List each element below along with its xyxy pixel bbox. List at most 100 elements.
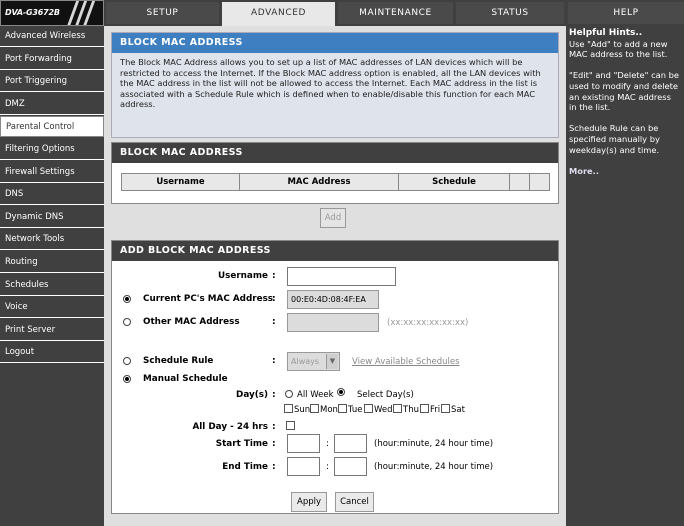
start-time-separator: : <box>326 439 330 449</box>
day-thu-label: Thu <box>403 405 419 415</box>
hint-edit-delete: "Edit" and "Delete" can be used to modif… <box>569 70 680 113</box>
day-wed-label: Wed <box>374 405 393 415</box>
day-sat-checkbox[interactable] <box>441 404 450 413</box>
chevron-down-icon: ▼ <box>326 354 338 369</box>
sidebar-item-schedules[interactable]: Schedules <box>0 274 104 296</box>
mac-list-panel: BLOCK MAC ADDRESS Username MAC Address S… <box>111 142 559 204</box>
schedule-rule-radio[interactable] <box>123 357 131 365</box>
all-day-checkbox[interactable] <box>286 421 295 430</box>
tab-help[interactable]: HELP <box>568 2 684 24</box>
view-schedules-link[interactable]: View Available Schedules <box>352 357 460 367</box>
tab-advanced[interactable]: ADVANCED <box>222 2 335 26</box>
sidebar-item-port-triggering[interactable]: Port Triggering <box>0 71 104 93</box>
day-sat-label: Sat <box>451 405 465 415</box>
intro-panel: BLOCK MAC ADDRESS The Block MAC Address … <box>111 32 559 138</box>
days-colon: : <box>272 390 276 400</box>
hint-add: Use "Add" to add a new MAC address to th… <box>569 38 668 60</box>
sidebar: Advanced Wireless Port Forwarding Port T… <box>0 26 104 526</box>
sidebar-item-firewall-settings[interactable]: Firewall Settings <box>0 161 104 183</box>
all-week-radio[interactable] <box>285 390 293 398</box>
end-time-separator: : <box>326 462 330 472</box>
add-block-mac-panel: ADD BLOCK MAC ADDRESS Username : Current… <box>111 240 559 514</box>
sidebar-item-filtering-options[interactable]: Filtering Options <box>0 139 104 160</box>
day-mon-checkbox[interactable] <box>310 404 319 413</box>
cancel-button[interactable]: Cancel <box>335 492 374 512</box>
schedule-rule-select[interactable]: Always ▼ <box>287 352 340 371</box>
column-header-edit <box>509 173 530 191</box>
apply-button[interactable]: Apply <box>291 492 327 512</box>
add-form-title: ADD BLOCK MAC ADDRESS <box>112 241 558 261</box>
start-time-label: Start Time <box>215 439 268 449</box>
end-hour-input[interactable] <box>287 457 320 476</box>
add-button[interactable]: Add <box>320 208 346 228</box>
sidebar-item-dmz[interactable]: DMZ <box>0 93 104 115</box>
all-day-label: All Day - 24 hrs <box>192 422 268 432</box>
sidebar-item-routing[interactable]: Routing <box>0 252 104 273</box>
schedule-rule-label: Schedule Rule <box>143 356 214 366</box>
username-input[interactable] <box>287 267 396 286</box>
brand-logo: DVA-G3672B <box>0 0 104 26</box>
model-label: DVA-G3672B <box>5 8 60 17</box>
mac-format-hint: (xx:xx:xx:xx:xx:xx) <box>387 318 469 328</box>
all-week-label: All Week <box>297 390 334 400</box>
column-header-username: Username <box>121 173 240 191</box>
end-time-colon: : <box>272 462 276 472</box>
all-day-colon: : <box>272 422 276 432</box>
current-mac-radio[interactable] <box>123 295 131 303</box>
sidebar-item-port-forwarding[interactable]: Port Forwarding <box>0 48 104 70</box>
current-mac-label: Current PC's MAC Address <box>143 294 274 304</box>
mac-list-title: BLOCK MAC ADDRESS <box>112 143 558 163</box>
day-sun-checkbox[interactable] <box>284 404 293 413</box>
start-time-hint: (hour:minute, 24 hour time) <box>374 439 494 449</box>
sidebar-item-parental-control[interactable]: Parental Control <box>0 116 104 138</box>
tab-setup[interactable]: SETUP <box>106 2 219 24</box>
day-mon-label: Mon <box>320 405 338 415</box>
day-tue-checkbox[interactable] <box>338 404 347 413</box>
intro-description: The Block MAC Address allows you to set … <box>120 57 541 109</box>
more-link[interactable]: More.. <box>569 166 681 177</box>
sidebar-item-dynamic-dns[interactable]: Dynamic DNS <box>0 206 104 228</box>
tab-maintenance[interactable]: MAINTENANCE <box>338 2 453 24</box>
mac-list-table: Username MAC Address Schedule <box>121 173 550 191</box>
sidebar-item-logout[interactable]: Logout <box>0 342 104 364</box>
manual-schedule-radio[interactable] <box>123 375 131 383</box>
day-wed-checkbox[interactable] <box>364 404 373 413</box>
other-mac-radio[interactable] <box>123 318 131 326</box>
current-mac-field: 00:E0:4D:08:4F:EA <box>287 290 379 309</box>
day-sun-label: Sun <box>294 405 311 415</box>
schedule-rule-colon: : <box>272 356 276 366</box>
day-fri-label: Fri <box>430 405 441 415</box>
day-fri-checkbox[interactable] <box>420 404 429 413</box>
schedule-rule-value: Always <box>291 357 320 366</box>
other-mac-input[interactable] <box>287 313 379 332</box>
day-thu-checkbox[interactable] <box>393 404 402 413</box>
start-hour-input[interactable] <box>287 434 320 453</box>
tab-status[interactable]: STATUS <box>456 2 564 24</box>
hint-schedule: Schedule Rule can be specified manually … <box>569 123 660 155</box>
column-header-delete <box>529 173 550 191</box>
sidebar-item-print-server[interactable]: Print Server <box>0 319 104 341</box>
column-header-schedule: Schedule <box>398 173 510 191</box>
current-mac-colon: : <box>272 294 276 304</box>
select-days-radio[interactable] <box>337 388 345 396</box>
sidebar-item-advanced-wireless[interactable]: Advanced Wireless <box>0 26 104 47</box>
sidebar-item-network-tools[interactable]: Network Tools <box>0 229 104 251</box>
hints-title: Helpful Hints.. <box>569 28 643 38</box>
username-label: Username <box>217 271 268 281</box>
helpful-hints-panel: Helpful Hints.. Use "Add" to add a new M… <box>566 26 684 526</box>
day-tue-label: Tue <box>348 405 363 415</box>
table-header-row: Username MAC Address Schedule <box>121 173 550 191</box>
sidebar-item-voice[interactable]: Voice <box>0 297 104 319</box>
end-time-hint: (hour:minute, 24 hour time) <box>374 462 494 472</box>
username-colon: : <box>272 271 276 281</box>
start-minute-input[interactable] <box>334 434 367 453</box>
column-header-mac-address: MAC Address <box>239 173 399 191</box>
manual-schedule-label: Manual Schedule <box>143 374 228 384</box>
select-days-label: Select Day(s) <box>357 390 414 400</box>
end-time-label: End Time <box>222 462 268 472</box>
other-mac-label: Other MAC Address <box>143 317 240 327</box>
end-minute-input[interactable] <box>334 457 367 476</box>
sidebar-item-dns[interactable]: DNS <box>0 184 104 206</box>
start-time-colon: : <box>272 439 276 449</box>
top-header: DVA-G3672B SETUP ADVANCED MAINTENANCE ST… <box>0 0 684 26</box>
